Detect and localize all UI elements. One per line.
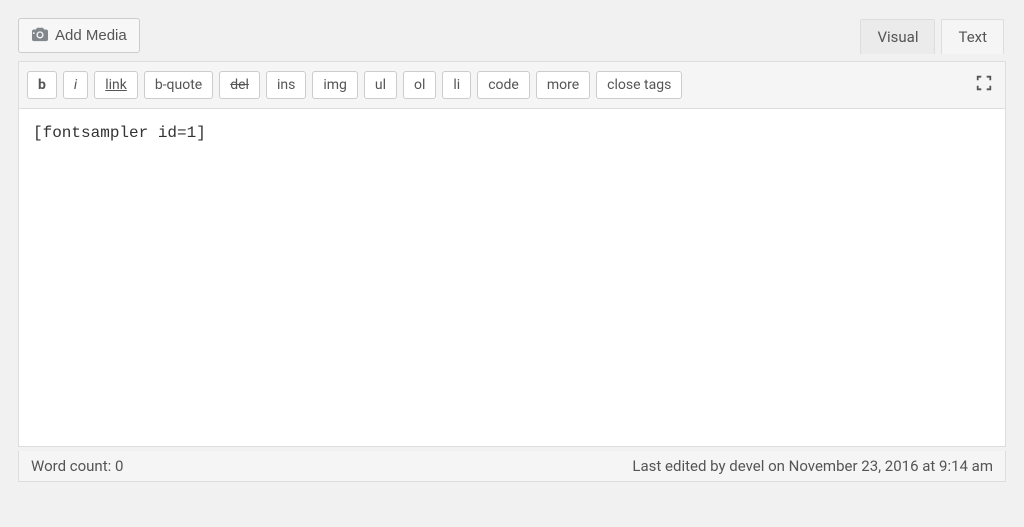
word-count-label: Word count: bbox=[31, 457, 111, 475]
content-textarea[interactable] bbox=[18, 109, 1006, 447]
editor-top-row: Add Media Visual Text bbox=[18, 18, 1006, 53]
editor-tabs: Visual Text bbox=[854, 18, 1004, 53]
qt-close-tags-button[interactable]: close tags bbox=[596, 71, 682, 99]
tab-text[interactable]: Text bbox=[941, 19, 1004, 54]
word-count: Word count: 0 bbox=[31, 457, 123, 475]
qt-del-button[interactable]: del bbox=[219, 71, 260, 99]
quicktags-buttons: b i link b-quote del ins img ul ol li co… bbox=[27, 71, 682, 99]
fullscreen-icon bbox=[975, 74, 993, 96]
qt-img-button[interactable]: img bbox=[312, 71, 358, 99]
status-bar: Word count: 0 Last edited by devel on No… bbox=[18, 451, 1006, 482]
quicktags-toolbar: b i link b-quote del ins img ul ol li co… bbox=[18, 61, 1006, 109]
qt-ul-button[interactable]: ul bbox=[364, 71, 397, 99]
qt-ins-button[interactable]: ins bbox=[266, 71, 306, 99]
qt-link-button[interactable]: link bbox=[94, 71, 138, 99]
camera-icon bbox=[31, 26, 49, 45]
add-media-label: Add Media bbox=[55, 28, 127, 43]
add-media-button[interactable]: Add Media bbox=[18, 18, 140, 53]
qt-code-button[interactable]: code bbox=[477, 71, 530, 99]
qt-more-button[interactable]: more bbox=[536, 71, 590, 99]
qt-li-button[interactable]: li bbox=[442, 71, 471, 99]
last-edited: Last edited by devel on November 23, 201… bbox=[632, 457, 993, 475]
qt-bquote-button[interactable]: b-quote bbox=[144, 71, 213, 99]
tab-visual[interactable]: Visual bbox=[860, 19, 935, 54]
qt-italic-button[interactable]: i bbox=[63, 71, 88, 99]
word-count-value: 0 bbox=[115, 457, 123, 475]
fullscreen-button[interactable] bbox=[971, 70, 997, 100]
qt-bold-button[interactable]: b bbox=[27, 71, 57, 99]
qt-ol-button[interactable]: ol bbox=[403, 71, 436, 99]
editor-container: Add Media Visual Text b i link b-quote d… bbox=[18, 18, 1006, 482]
